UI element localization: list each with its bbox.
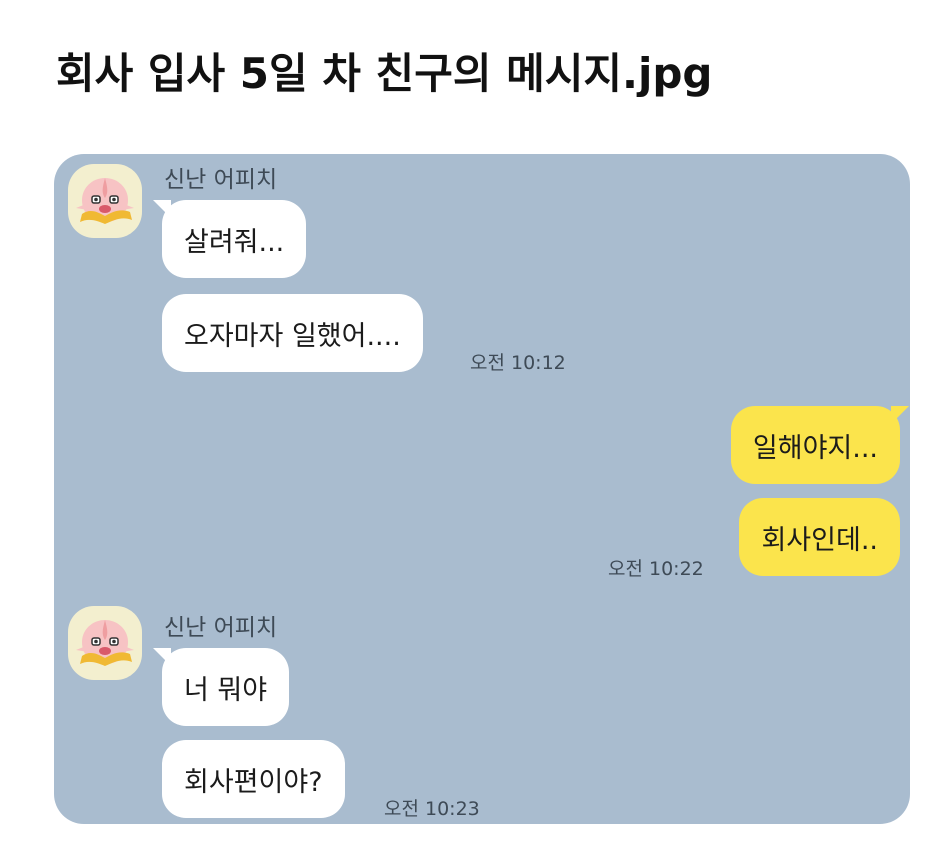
- message-timestamp: 오전 10:23: [384, 798, 480, 820]
- sender-name: 신난 어피치: [164, 167, 278, 193]
- message-text: 오자마자 일했어....: [184, 320, 401, 352]
- message-text: 살려줘...: [184, 226, 285, 258]
- message-bubble[interactable]: 회사편이야?: [162, 740, 345, 818]
- my-message-bubble[interactable]: 회사인데..: [739, 498, 900, 576]
- page-title: 회사 입사 5일 차 친구의 메시지.jpg: [56, 49, 713, 98]
- message-text: 일해야지...: [752, 432, 878, 464]
- message-bubble[interactable]: 오자마자 일했어....: [162, 294, 423, 372]
- message-bubble[interactable]: 너 뭐야: [152, 648, 290, 726]
- apeach-avatar-icon[interactable]: [68, 164, 142, 238]
- message-text: 너 뭐야: [184, 674, 268, 706]
- message-timestamp: 오전 10:22: [608, 558, 704, 580]
- message-text: 회사인데..: [761, 524, 878, 556]
- sender-name: 신난 어피치: [164, 615, 278, 641]
- chat-panel[interactable]: 신난 어피치 살려줘... 오자마자 일했어.... 오전 10:12 일해야지…: [54, 154, 910, 824]
- message-timestamp: 오전 10:12: [470, 352, 566, 374]
- message-text: 회사편이야?: [184, 766, 323, 798]
- apeach-avatar-icon[interactable]: [68, 606, 142, 680]
- my-message-bubble[interactable]: 일해야지...: [730, 406, 910, 484]
- message-bubble[interactable]: 살려줘...: [152, 200, 307, 278]
